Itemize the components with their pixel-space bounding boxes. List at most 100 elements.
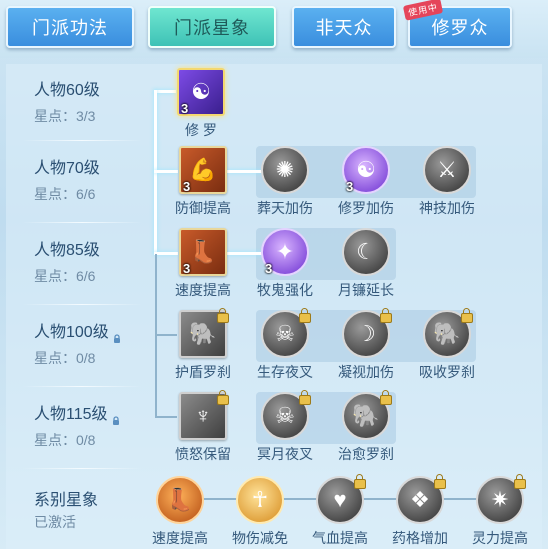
node-label: 灵力提高 xyxy=(472,530,528,546)
level-stars: 星点：6/6 xyxy=(34,268,96,284)
node-survival-yaksha[interactable]: ☠ 生存夜叉 xyxy=(250,308,320,382)
demon-icon: ☯ 3 xyxy=(177,68,225,116)
lock-icon xyxy=(298,308,311,323)
node-yuelian-extend[interactable]: ☾ 月镰延长 xyxy=(331,228,401,300)
boot-icon: 👢 xyxy=(156,476,204,524)
boot-icon: 👢 3 xyxy=(179,228,227,276)
tab-sect-skills[interactable]: 门派功法 xyxy=(6,6,134,48)
node-mugui-boost[interactable]: ✦ 3 牧鬼强化 xyxy=(250,228,320,300)
node-label: 速度提高 xyxy=(175,282,231,298)
node-speed-up[interactable]: 👢 3 速度提高 xyxy=(168,228,238,300)
level-title-text: 人物100级 xyxy=(34,324,109,341)
divider xyxy=(22,140,142,141)
node-label: 修 罗 xyxy=(185,122,217,138)
node-shield-rakshasa[interactable]: 🐘 护盾罗刹 xyxy=(168,308,238,382)
series-phys-reduce[interactable]: ☥ 物伤减免 xyxy=(225,476,295,548)
node-count: 3 xyxy=(183,261,191,276)
node-xiuluo-dmg[interactable]: ☯ 3 修罗加伤 xyxy=(331,146,401,218)
level-title: 人物85级 xyxy=(34,242,100,259)
node-label: 物伤减免 xyxy=(232,530,288,546)
lock-icon xyxy=(298,390,311,405)
series-potion-slot[interactable]: ❖ 药格增加 xyxy=(385,474,455,548)
level-115: 人物115级 星点：0/8 xyxy=(34,404,154,450)
level-title: 人物100级 xyxy=(34,322,154,344)
level-stars: 星点：0/8 xyxy=(34,432,96,448)
lock-icon xyxy=(111,411,121,425)
node-heal-rakshasa[interactable]: 🐘 治愈罗刹 xyxy=(331,390,401,464)
tab-label: 门派功法 xyxy=(32,18,108,38)
chest-icon: ✦ 3 xyxy=(261,228,309,276)
node-label: 气血提高 xyxy=(312,530,368,546)
series-status: 已激活 xyxy=(34,514,76,530)
series-title: 系别星象 xyxy=(34,492,99,509)
node-label: 葬天加伤 xyxy=(257,200,313,216)
lock-icon xyxy=(379,308,392,323)
tab-label: 非天众 xyxy=(315,18,373,38)
series-hp-up[interactable]: ♥ 气血提高 xyxy=(305,474,375,548)
node-label: 治愈罗刹 xyxy=(338,446,394,462)
node-label: 药格增加 xyxy=(392,530,448,546)
node-rage-retain[interactable]: ♆ 愤怒保留 xyxy=(168,390,238,464)
node-label: 神技加伤 xyxy=(419,200,475,216)
node-label: 修罗加伤 xyxy=(338,200,394,216)
node-count: 3 xyxy=(346,179,354,194)
lock-icon xyxy=(379,390,392,405)
level-title: 人物60级 xyxy=(34,82,100,99)
level-stars: 星点：3/3 xyxy=(34,108,96,124)
beast-icon: 🐘 xyxy=(423,308,473,358)
node-label: 月镰延长 xyxy=(338,282,394,298)
level-100: 人物100级 星点：0/8 xyxy=(34,322,154,368)
arm-icon: 💪 3 xyxy=(179,146,227,194)
level-85: 人物85级 星点：6/6 xyxy=(34,240,154,286)
divider xyxy=(22,468,142,469)
node-count: 3 xyxy=(181,101,189,116)
series-speed-up[interactable]: 👢 速度提高 xyxy=(145,476,215,548)
node-xiuluo[interactable]: ☯ 3 修 罗 xyxy=(166,68,236,140)
divider xyxy=(22,304,142,305)
node-gaze-dmg[interactable]: ☽ 凝视加伤 xyxy=(331,308,401,382)
tab-sect-stars[interactable]: 门派星象 xyxy=(148,6,276,48)
node-label: 愤怒保留 xyxy=(175,446,231,462)
spark-icon: ✷ xyxy=(476,474,526,524)
node-label: 护盾罗刹 xyxy=(175,364,231,380)
tab-xiuluo[interactable]: 使用中 修罗众 xyxy=(402,0,512,48)
lock-icon xyxy=(513,474,526,489)
heart-icon: ♥ xyxy=(316,474,366,524)
level-title: 人物70级 xyxy=(34,160,100,177)
node-absorb-rakshasa[interactable]: 🐘 吸收罗刹 xyxy=(412,308,482,382)
node-mingyue-yaksha[interactable]: ☠ 冥月夜叉 xyxy=(250,390,320,464)
node-label: 防御提高 xyxy=(175,200,231,216)
node-count: 3 xyxy=(265,261,273,276)
node-label: 牧鬼强化 xyxy=(257,282,313,298)
node-shenji-dmg[interactable]: ⚔ 神技加伤 xyxy=(412,146,482,218)
demon-icon: ☯ 3 xyxy=(342,146,390,194)
beast-icon: ☠ xyxy=(261,308,311,358)
blast-icon: ✺ xyxy=(261,146,309,194)
node-zangtian-dmg[interactable]: ✺ 葬天加伤 xyxy=(250,146,320,218)
demon-figure-icon: ♆ xyxy=(179,390,229,440)
divider xyxy=(22,222,142,223)
claw-icon: ⚔ xyxy=(423,146,471,194)
level-stars: 星点：0/8 xyxy=(34,350,96,366)
moon-icon: ☽ xyxy=(342,308,392,358)
beast-icon: 🐘 xyxy=(342,390,392,440)
connector-line xyxy=(155,254,157,418)
scythe-icon: ☾ xyxy=(342,228,390,276)
node-label: 速度提高 xyxy=(152,530,208,546)
node-label: 凝视加伤 xyxy=(338,364,394,380)
tab-label: 修罗众 xyxy=(431,18,489,38)
tab-bar: 门派功法 门派星象 非天众 使用中 修罗众 xyxy=(0,0,548,58)
level-title-text: 人物115级 xyxy=(34,406,108,423)
tab-feitian[interactable]: 非天众 xyxy=(292,6,396,48)
node-label: 冥月夜叉 xyxy=(257,446,313,462)
node-defense-up[interactable]: 💪 3 防御提高 xyxy=(168,146,238,218)
lock-icon xyxy=(216,390,229,405)
tab-label: 门派星象 xyxy=(174,18,250,38)
series-spirit-up[interactable]: ✷ 灵力提高 xyxy=(465,474,535,548)
level-title: 人物115级 xyxy=(34,404,154,426)
beast-icon: 🐘 xyxy=(179,308,229,358)
node-count: 3 xyxy=(183,179,191,194)
lock-icon xyxy=(112,329,122,343)
level-70: 人物70级 星点：6/6 xyxy=(34,158,154,204)
level-60: 人物60级 星点：3/3 xyxy=(34,80,154,126)
